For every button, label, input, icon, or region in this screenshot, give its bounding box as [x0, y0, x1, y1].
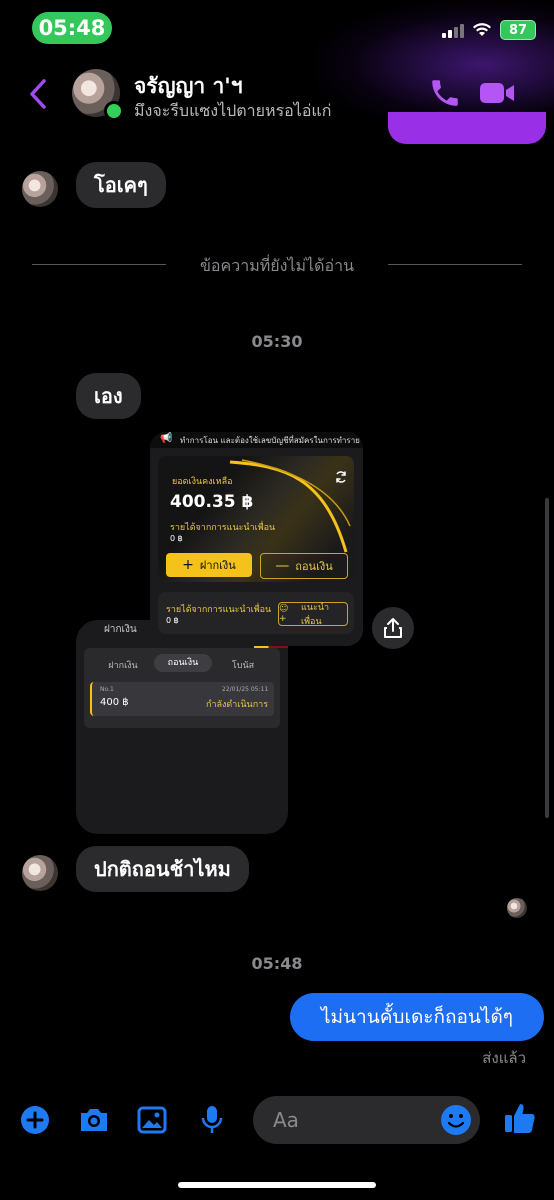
refresh-icon[interactable]: [334, 470, 348, 484]
deposit-button[interactable]: + ฝากเงิน: [166, 553, 252, 577]
outgoing-message[interactable]: ไม่นานคั้บเดะก็ถอนได้ๆ: [290, 993, 544, 1041]
signal-icon: [442, 22, 464, 38]
referral-label: รายได้จากการแนะนำเพื่อน: [166, 605, 272, 615]
thumbs-up-icon[interactable]: [503, 1101, 537, 1135]
history-entry-date: 22/01/25 05:11: [222, 686, 269, 693]
sender-avatar[interactable]: [22, 171, 58, 207]
history-tab-withdraw[interactable]: ถอนเงิน: [154, 654, 212, 672]
banner-text: ทำการโอน และต้องใช้เลขบัญชีที่สมัครในการ…: [180, 436, 360, 445]
sender-avatar[interactable]: [22, 855, 58, 891]
history-entry-amount: 400 ฿: [100, 697, 129, 708]
invite-label: แนะนำเพื่อน: [301, 603, 330, 627]
timestamp: 05:30: [251, 332, 303, 351]
history-title: ฝากเงิน: [104, 624, 137, 635]
previous-outgoing-bubble[interactable]: [388, 112, 546, 144]
referral-income-label: รายได้จากการแนะนำเพื่อน: [170, 523, 276, 533]
battery-icon: 87: [500, 20, 536, 40]
camera-icon[interactable]: [78, 1106, 110, 1134]
status-icons: 87: [442, 20, 536, 40]
video-call-icon[interactable]: [478, 78, 516, 108]
minus-icon: —: [275, 558, 290, 574]
wifi-icon: [473, 23, 491, 36]
online-indicator: [104, 101, 124, 121]
incoming-message[interactable]: ปกติถอนช้าไหม: [76, 846, 249, 892]
incoming-message[interactable]: โอเคๆ: [76, 162, 166, 208]
add-user-icon: ☺+: [279, 604, 289, 624]
message-input-placeholder: Aa: [273, 1108, 299, 1132]
scrollbar[interactable]: [545, 498, 549, 818]
history-tab-bonus[interactable]: โบนัส: [218, 658, 268, 672]
withdraw-button[interactable]: — ถอนเงิน: [260, 553, 348, 579]
emoji-icon[interactable]: [440, 1104, 472, 1136]
history-tab-deposit[interactable]: ฝากเงิน: [96, 658, 150, 672]
megaphone-icon: 📢: [160, 433, 173, 444]
invite-friend-button[interactable]: ☺+ แนะนำเพื่อน: [278, 602, 348, 627]
balance-label: ยอดเงินคงเหลือ: [172, 477, 233, 487]
microphone-icon[interactable]: [200, 1104, 224, 1136]
sent-status: ส่งแล้ว: [482, 1049, 526, 1067]
share-icon: [384, 618, 402, 638]
share-button[interactable]: [372, 607, 414, 649]
deposit-label: ฝากเงิน: [199, 559, 236, 572]
phone-icon[interactable]: [428, 76, 462, 110]
history-entry-status: กำลังดำเนินการ: [206, 700, 269, 710]
gallery-icon[interactable]: [137, 1106, 167, 1134]
incoming-message[interactable]: เอง: [76, 373, 141, 419]
unread-divider-label: ข้อความที่ยังไม่ได้อ่าน: [199, 256, 355, 275]
plus-icon: +: [182, 557, 194, 573]
status-time: 05:48: [32, 12, 112, 44]
contact-subtitle: มึงจะรีบแซงไปตายหรอไอ่แก่: [134, 101, 332, 120]
back-chevron-icon[interactable]: [26, 78, 50, 110]
balance-amount: 400.35 ฿: [170, 492, 254, 512]
home-indicator: [178, 1182, 376, 1188]
plus-circle-icon[interactable]: [20, 1105, 50, 1135]
read-receipt-avatar: [507, 898, 527, 918]
divider-right: [388, 264, 522, 265]
history-entry-no: No.1: [100, 686, 114, 693]
withdraw-history-image[interactable]: ฝากเงิน ฝากเงิน ถอนเงิน โบนัส No.1 22/01…: [76, 620, 288, 834]
referral-value: 0 ฿: [166, 616, 179, 625]
withdraw-label: ถอนเงิน: [295, 560, 333, 573]
referral-income-value: 0 ฿: [170, 534, 183, 543]
wallet-balance-image[interactable]: 📢 ทำการโอน และต้องใช้เลขบัญชีที่สมัครในก…: [150, 432, 363, 646]
timestamp: 05:48: [251, 954, 303, 973]
